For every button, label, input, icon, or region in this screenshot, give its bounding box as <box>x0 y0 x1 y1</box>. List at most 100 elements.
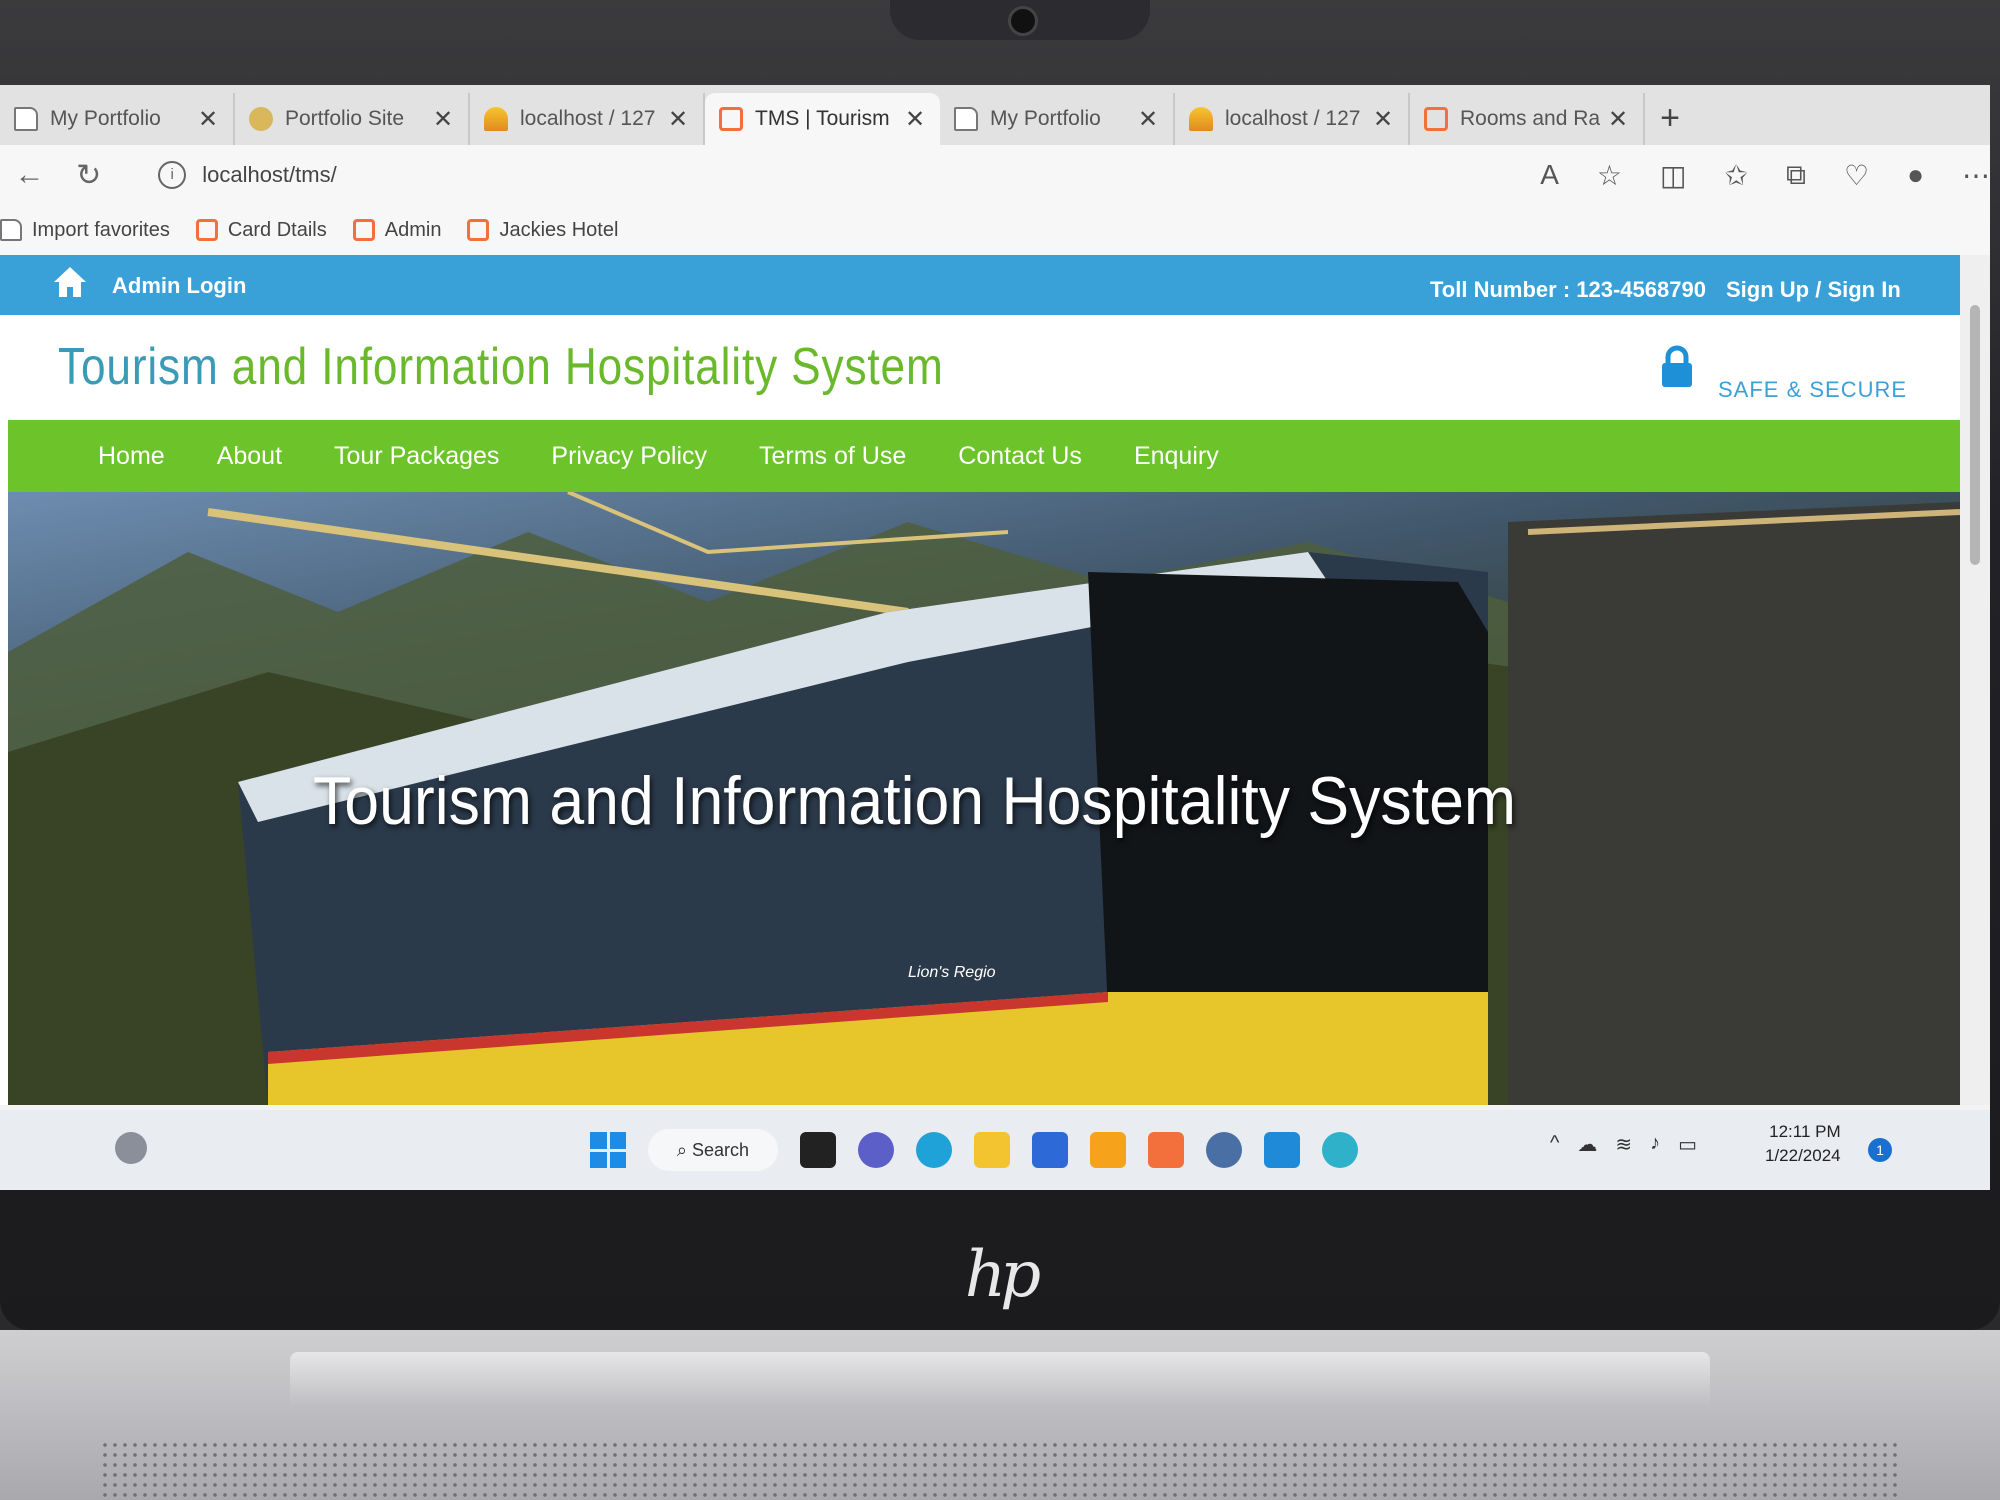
main-nav: Home About Tour Packages Privacy Policy … <box>8 420 1960 492</box>
volume-icon[interactable]: ♪ <box>1650 1132 1660 1157</box>
close-icon[interactable]: ✕ <box>904 105 926 134</box>
browser-tab[interactable]: Rooms and Ra ✕ <box>1410 93 1645 145</box>
nav-home[interactable]: Home <box>98 442 165 471</box>
task-view-icon[interactable] <box>800 1132 836 1168</box>
file-explorer-icon[interactable] <box>974 1132 1010 1168</box>
site-title-part-1: Tourism <box>58 338 219 396</box>
favorite-label: Card Dtails <box>227 218 327 241</box>
close-icon[interactable]: ✕ <box>432 105 454 134</box>
chevron-up-icon[interactable]: ^ <box>1550 1132 1559 1157</box>
sublime-text-icon[interactable] <box>1090 1132 1126 1168</box>
tab-title: localhost / 127 <box>1225 107 1361 130</box>
windows-start-icon[interactable] <box>590 1132 626 1168</box>
hp-logo: hp <box>964 1238 1041 1312</box>
bus-lettering: Lion's Regio <box>908 964 996 981</box>
laptop-hinge <box>290 1352 1710 1408</box>
taskbar-clock[interactable]: 12:11 PM 1/22/2024 <box>1765 1120 1841 1168</box>
tab-title: Portfolio Site <box>285 107 405 130</box>
admin-login-link[interactable]: Admin Login <box>112 273 246 299</box>
search-label: Search <box>692 1139 750 1160</box>
xampp-icon <box>352 219 375 241</box>
browser-tab[interactable]: My Portfolio ✕ <box>940 93 1175 145</box>
site-header: Tourism and Information Hospitality Syst… <box>0 315 1960 420</box>
edge-browser-icon[interactable] <box>916 1132 952 1168</box>
favorite-star-icon[interactable]: ☆ <box>1597 159 1622 192</box>
scrollbar-thumb[interactable] <box>1970 305 1980 565</box>
browser-tab[interactable]: My Portfolio ✕ <box>0 93 235 145</box>
import-icon <box>0 219 22 241</box>
toll-number: Toll Number : 123-4568790 <box>1430 277 1706 302</box>
clock-date: 1/22/2024 <box>1765 1146 1841 1165</box>
nav-terms-of-use[interactable]: Terms of Use <box>759 442 906 471</box>
chat-icon[interactable] <box>858 1132 894 1168</box>
nav-privacy-policy[interactable]: Privacy Policy <box>551 442 707 471</box>
favorite-import[interactable]: Import favorites <box>0 219 170 242</box>
close-icon[interactable]: ✕ <box>197 105 219 134</box>
xampp-icon[interactable] <box>1148 1132 1184 1168</box>
favorites-list-icon[interactable]: ✩ <box>1724 159 1747 192</box>
browser-toolbar: ← ↻ i localhost/tms/ A ☆ ◫ ✩ ⧉ ♡ ● ⋯ <box>0 145 1990 205</box>
back-arrow-icon[interactable]: ← <box>0 158 59 192</box>
vscode-icon[interactable] <box>1264 1132 1300 1168</box>
document-icon <box>954 107 978 131</box>
microsoft-store-icon[interactable] <box>1032 1132 1068 1168</box>
browser-tab[interactable]: localhost / 127 ✕ <box>470 93 705 145</box>
tab-title: localhost / 127 <box>520 107 656 130</box>
tab-title: TMS | Tourism <box>755 107 890 130</box>
onedrive-icon[interactable]: ☁ <box>1577 1132 1597 1157</box>
favorite-label: Admin <box>384 218 442 241</box>
notification-badge[interactable]: 1 <box>1868 1138 1892 1162</box>
safe-secure-badge: SAFE & SECURE <box>1718 377 1908 402</box>
nav-contact-us[interactable]: Contact Us <box>958 442 1082 471</box>
browser-tab[interactable]: localhost / 127 ✕ <box>1175 93 1410 145</box>
favorite-label: Jackies Hotel <box>499 218 619 241</box>
refresh-icon[interactable]: ↻ <box>59 158 118 193</box>
info-icon[interactable]: i <box>158 161 187 189</box>
settings-gear-icon[interactable] <box>1206 1132 1242 1168</box>
xampp-icon <box>195 219 218 241</box>
taskbar-search[interactable]: ⌕ Search <box>648 1129 778 1171</box>
site-title-part-2: and Information Hospitality System <box>218 338 944 396</box>
favorite-label: Import favorites <box>32 218 170 241</box>
speaker-grille <box>100 1440 1900 1500</box>
browser-tab-active[interactable]: TMS | Tourism ✕ <box>705 93 940 145</box>
favorites-bar: Import favorites Card Dtails Admin Jacki… <box>0 205 1990 256</box>
profile-icon[interactable]: ● <box>1907 159 1924 192</box>
nav-tour-packages[interactable]: Tour Packages <box>334 442 499 471</box>
nav-enquiry[interactable]: Enquiry <box>1134 442 1219 471</box>
close-icon[interactable]: ✕ <box>1372 105 1394 134</box>
read-aloud-icon[interactable]: A <box>1540 159 1559 192</box>
split-screen-icon[interactable]: ◫ <box>1660 159 1686 192</box>
close-icon[interactable]: ✕ <box>667 105 689 134</box>
search-icon: ⌕ <box>676 1139 693 1160</box>
home-icon[interactable] <box>52 265 88 299</box>
collections-icon[interactable]: ⧉ <box>1786 159 1806 192</box>
tab-title: Rooms and Ra <box>1460 107 1601 130</box>
edge-dev-icon[interactable] <box>1322 1132 1358 1168</box>
battery-icon[interactable]: ▭ <box>1678 1132 1697 1157</box>
browser-tab-strip: My Portfolio ✕ Portfolio Site ✕ localhos… <box>0 85 1990 145</box>
clock-time: 12:11 PM <box>1769 1122 1841 1141</box>
address-bar[interactable]: i localhost/tms/ <box>158 153 1360 197</box>
weather-icon[interactable] <box>115 1132 147 1164</box>
close-icon[interactable]: ✕ <box>1137 105 1159 134</box>
browser-tab[interactable]: Portfolio Site ✕ <box>235 93 470 145</box>
favorite-admin[interactable]: Admin <box>352 218 442 242</box>
favorite-card-dtails[interactable]: Card Dtails <box>195 218 327 242</box>
signup-signin-link[interactable]: Sign Up / Sign In <box>1726 277 1901 303</box>
system-tray: ^ ☁ ≋ ♪ ▭ <box>1550 1132 1697 1157</box>
browser-essentials-icon[interactable]: ♡ <box>1844 159 1869 192</box>
hero-banner: Lion's Regio Tourism and Information Hos… <box>8 492 1960 1105</box>
phpmyadmin-icon <box>484 107 508 131</box>
site-topbar: Admin Login Toll Number : 123-4568790 Si… <box>0 255 1960 315</box>
favorite-jackies-hotel[interactable]: Jackies Hotel <box>467 219 618 242</box>
site-logo-title[interactable]: Tourism and Information Hospitality Syst… <box>58 337 944 397</box>
address-text[interactable]: localhost/tms/ <box>202 162 337 188</box>
tab-title: My Portfolio <box>990 107 1101 130</box>
close-icon[interactable]: ✕ <box>1607 105 1629 134</box>
nav-about[interactable]: About <box>217 442 282 471</box>
more-menu-icon[interactable]: ⋯ <box>1962 159 1990 192</box>
new-tab-button[interactable]: + <box>1645 93 1695 145</box>
wifi-icon[interactable]: ≋ <box>1615 1132 1632 1157</box>
site-icon <box>249 107 273 131</box>
